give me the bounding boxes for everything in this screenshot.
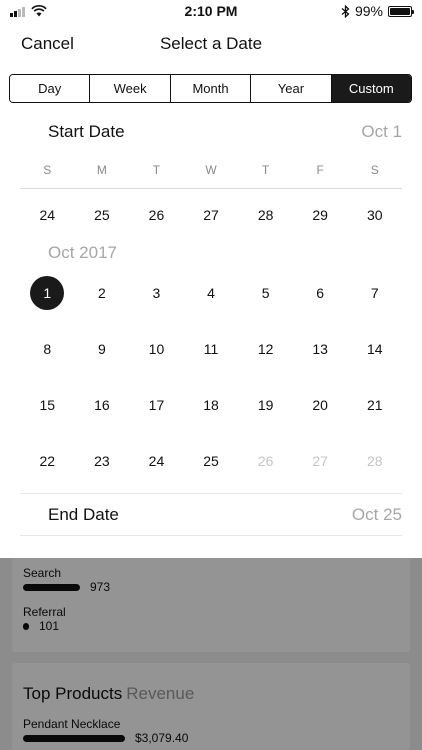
signal-icon (10, 6, 25, 17)
calendar-day[interactable]: 16 (75, 387, 130, 423)
end-date-value: Oct 25 (351, 504, 402, 524)
calendar-day[interactable]: 21 (347, 387, 402, 423)
calendar-day[interactable]: 10 (129, 331, 184, 367)
calendar-day[interactable]: 18 (184, 387, 239, 423)
calendar-day[interactable]: 14 (347, 331, 402, 367)
start-date-row[interactable]: Start Date Oct 1 (20, 112, 402, 152)
status-left (10, 5, 47, 17)
calendar-day[interactable]: 25 (75, 197, 130, 233)
weekday-header: S M T W T F S (20, 163, 402, 189)
date-range-segmented-control: Day Week Month Year Custom (9, 74, 412, 103)
battery-fill (390, 7, 410, 15)
wifi-icon (31, 5, 47, 17)
start-date-value: Oct 1 (361, 122, 402, 141)
calendar-day[interactable]: 3 (129, 275, 184, 311)
end-date-label: End Date (48, 504, 119, 524)
calendar-day-disabled: 27 (312, 453, 328, 469)
calendar-week-1: 1 2 3 4 5 6 7 (20, 275, 402, 311)
cancel-button[interactable]: Cancel (21, 34, 74, 54)
calendar-day[interactable]: 27 (184, 197, 239, 233)
weekday-label: M (96, 163, 107, 177)
calendar-day[interactable]: 19 (238, 387, 293, 423)
calendar-day-disabled: 26 (257, 453, 274, 469)
battery-icon (388, 5, 414, 17)
calendar-day[interactable]: 4 (184, 275, 239, 311)
start-date-label: Start Date (48, 122, 125, 141)
calendar-day[interactable]: 8 (20, 331, 75, 367)
segment-month[interactable]: Month (170, 75, 252, 102)
battery-percent: 99% (354, 3, 383, 19)
modal-dim-overlay[interactable] (0, 558, 422, 750)
calendar-day[interactable]: 28 (238, 197, 293, 233)
calendar-day[interactable]: 7 (347, 275, 402, 311)
calendar-day[interactable]: 17 (129, 387, 184, 423)
calendar-day-selected[interactable]: 1 (20, 275, 75, 311)
calendar-day[interactable]: 30 (347, 197, 402, 233)
calendar-day[interactable]: 24 (20, 197, 75, 233)
end-date-row[interactable]: End Date Oct 25 (20, 493, 402, 536)
calendar-day[interactable]: 26 (129, 197, 184, 233)
weekday-label: S (370, 163, 379, 177)
weekday-label: F (316, 163, 324, 177)
bluetooth-icon (341, 4, 350, 18)
weekday-label: W (205, 163, 217, 177)
segment-day[interactable]: Day (10, 75, 91, 102)
calendar-week-3: 15 16 17 18 19 20 21 (20, 387, 402, 423)
calendar-day[interactable]: 23 (75, 443, 130, 479)
calendar-day[interactable]: 12 (238, 331, 293, 367)
calendar-day[interactable]: 9 (75, 331, 130, 367)
calendar-day[interactable]: 20 (293, 387, 348, 423)
weekday-label: S (43, 163, 52, 177)
calendar-day[interactable]: 24 (129, 443, 184, 479)
calendar-day[interactable]: 22 (20, 443, 75, 479)
calendar-day[interactable]: 13 (293, 331, 348, 367)
month-label: Oct 2017 (48, 243, 117, 262)
status-right: 99% (341, 3, 414, 19)
calendar-day-disabled: 28 (366, 453, 383, 469)
calendar-day[interactable]: 6 (293, 275, 348, 311)
status-bar: 2:10 PM 99% (0, 0, 422, 22)
calendar-day[interactable]: 29 (293, 197, 348, 233)
weekday-label: T (152, 163, 161, 177)
calendar-day[interactable]: 2 (75, 275, 130, 311)
calendar-week-4: 22 23 24 25 26 27 28 (20, 443, 402, 479)
calendar-day[interactable]: 25 (184, 443, 239, 479)
segment-year[interactable]: Year (251, 75, 332, 102)
segment-custom[interactable]: Custom (331, 75, 411, 102)
calendar-week-prev: 24 25 26 27 28 29 30 (20, 197, 402, 233)
calendar-day[interactable]: 15 (20, 387, 75, 423)
calendar-day[interactable]: 5 (238, 275, 293, 311)
weekday-label: T (261, 163, 270, 177)
calendar-week-2: 8 9 10 11 12 13 14 (20, 331, 402, 367)
selected-day-circle: 1 (30, 276, 65, 310)
nav-bar: Cancel Select a Date (0, 26, 422, 62)
calendar-day[interactable]: 11 (184, 331, 239, 367)
segment-week[interactable]: Week (90, 75, 171, 102)
